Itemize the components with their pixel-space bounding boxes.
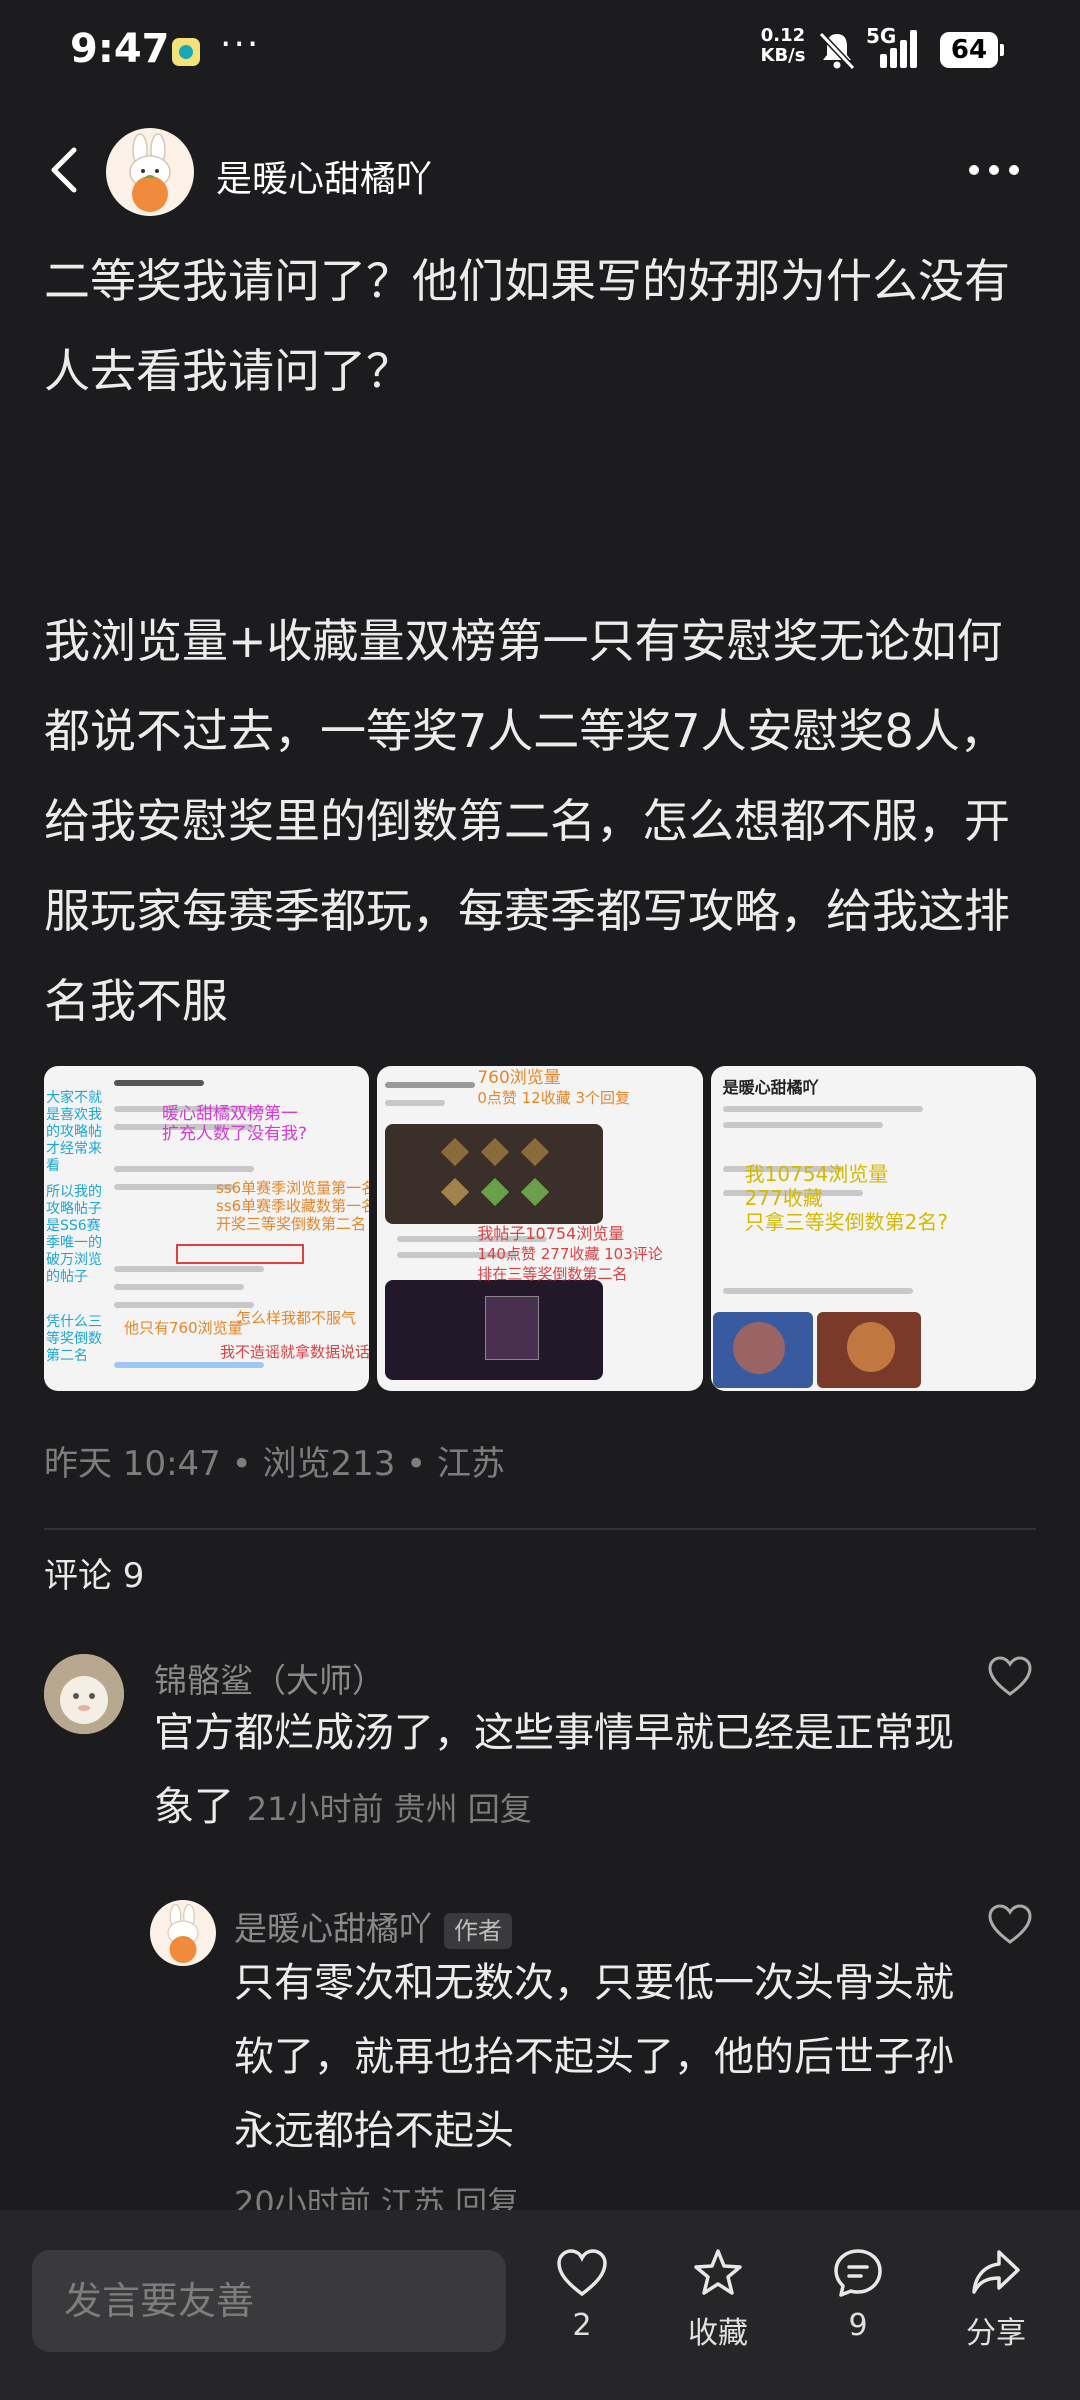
status-time: 9:47 (70, 26, 170, 72)
commenter-name[interactable]: 是暖心甜橘吖 (234, 1909, 432, 1948)
author-avatar[interactable] (106, 128, 194, 216)
image-annotation: ss6单赛季收藏数第一名 (216, 1197, 370, 1215)
image-annotation: 凭什么三等奖倒数第二名 (46, 1314, 102, 1364)
more-notifications-icon: ··· (220, 24, 261, 65)
like-button[interactable]: 2 (532, 2246, 632, 2343)
comment-meta[interactable]: 21小时前 贵州 回复 (247, 1790, 532, 1828)
comment-icon (834, 2249, 882, 2297)
post-paragraph: 我浏览量+收藏量双榜第一只有安慰奖无论如何都说不过去，一等奖7人二等奖7人安慰奖… (44, 614, 1010, 1028)
author-name[interactable]: 是暖心甜橘吖 (216, 150, 432, 202)
like-icon[interactable] (986, 1902, 1034, 1946)
image-annotation: 我不造谣就拿数据说话 (220, 1343, 370, 1361)
image-annotation: 大家不就是喜欢我的攻略帖才经常来看 (46, 1090, 102, 1174)
post-image-gallery: 大家不就是喜欢我的攻略帖才经常来看 暖心甜橘双榜第一 扩充人数了没有我? ss6… (44, 1066, 1036, 1391)
comment-text-block: 官方都烂成汤了，这些事情早就已经是正常现象了 21小时前 贵州 回复 (154, 1696, 974, 1846)
more-options-icon[interactable] (964, 148, 1024, 192)
reply-author-line: 是暖心甜橘吖 作者 (234, 1902, 512, 1950)
post-image[interactable]: 大家不就是喜欢我的攻略帖才经常来看 暖心甜橘双榜第一 扩充人数了没有我? ss6… (44, 1066, 370, 1391)
commenter-avatar[interactable] (150, 1900, 216, 1966)
comments-count-header: 评论 9 (44, 1556, 145, 1596)
image-annotation: 排在三等奖倒数第二名 (477, 1265, 628, 1283)
bottom-action-bar: 发言要友善 2 收藏 9 分享 (0, 2210, 1080, 2400)
comment-item: 锦骼鲨（大师） 官方都烂成汤了，这些事情早就已经是正常现象了 21小时前 贵州 … (0, 1640, 1080, 1860)
image-annotation: 0点赞 12收藏 3个回复 (477, 1089, 631, 1107)
image-annotation: ss6单赛季浏览量第一名 (216, 1179, 370, 1197)
author-badge: 作者 (444, 1912, 512, 1949)
like-icon[interactable] (986, 1654, 1034, 1698)
share-label: 分享 (966, 2316, 1026, 2351)
commenter-avatar[interactable] (44, 1654, 124, 1734)
post-image[interactable]: 是暖心甜橘吖 我10754浏览量 277收藏 只拿三等奖倒数第2名? (710, 1066, 1036, 1391)
favorite-label: 收藏 (688, 2316, 748, 2351)
mute-icon (818, 31, 856, 71)
image-annotation: 760浏览量 (477, 1068, 561, 1088)
post-meta: 昨天 10:47 • 浏览213 • 江苏 (44, 1444, 506, 1484)
post-header: 是暖心甜橘吖 (0, 120, 1080, 220)
image-annotation: 我帖子10754浏览量 (477, 1224, 625, 1243)
image-annotation: 怎么样我都不服气 (236, 1309, 357, 1327)
image-annotation: 是暖心甜橘吖 (722, 1078, 819, 1097)
comment-text-block: 只有零次和无数次，只要低一次头骨头就软了，就再也抬不起头了，他的后世子孙永远都抬… (234, 1946, 954, 2238)
heart-icon (557, 2249, 607, 2297)
star-icon (694, 2249, 742, 2295)
image-annotation: 他只有760浏览量 (124, 1319, 243, 1337)
post-body: 二等奖我请问了？他们如果写的好那为什么没有人去看我请问了？ 我浏览量+收藏量双榜… (44, 236, 1044, 1046)
image-annotation: 扩充人数了没有我? (162, 1124, 308, 1144)
network-speed: 0.12 KB/s (760, 25, 806, 66)
status-bar: 9:47 ··· 0.12 KB/s 5G 64 (0, 0, 1080, 100)
battery-indicator: 64 (940, 32, 1004, 68)
comment-count: 9 (848, 2308, 868, 2343)
image-annotation: 140点赞 277收藏 103评论 (477, 1245, 663, 1263)
post-image[interactable]: 760浏览量 0点赞 12收藏 3个回复 我帖子10754浏览量 140点赞 2… (377, 1066, 703, 1391)
comment-text: 只有零次和无数次，只要低一次头骨头就软了，就再也抬不起头了，他的后世子孙永远都抬… (234, 1960, 954, 2154)
signal-icon (880, 30, 917, 68)
divider (44, 1528, 1036, 1530)
image-annotation: 只拿三等奖倒数第2名? (744, 1210, 948, 1234)
comment-input[interactable]: 发言要友善 (32, 2250, 506, 2352)
share-icon (972, 2250, 1020, 2294)
reply-item: 是暖心甜橘吖 作者 只有零次和无数次，只要低一次头骨头就软了，就再也抬不起头了，他… (0, 1890, 1080, 2222)
favorite-button[interactable]: 收藏 (668, 2246, 768, 2352)
app-notification-icon (172, 38, 200, 66)
comment-button[interactable]: 9 (808, 2246, 908, 2343)
commenter-name[interactable]: 锦骼鲨（大师） (154, 1654, 385, 1702)
image-annotation: 开奖三等奖倒数第二名 (216, 1215, 367, 1233)
image-annotation: 我10754浏览量 (744, 1162, 889, 1186)
like-count: 2 (572, 2308, 592, 2343)
post-paragraph: 二等奖我请问了？他们如果写的好那为什么没有人去看我请问了？ (44, 254, 1010, 398)
image-annotation: 暖心甜橘双榜第一 (162, 1104, 298, 1124)
back-icon[interactable] (40, 142, 90, 198)
image-annotation: 277收藏 (744, 1186, 823, 1210)
image-annotation: 所以我的攻略帖子是SS6赛季唯一的破万浏览的帖子 (46, 1184, 102, 1285)
share-button[interactable]: 分享 (946, 2246, 1046, 2352)
